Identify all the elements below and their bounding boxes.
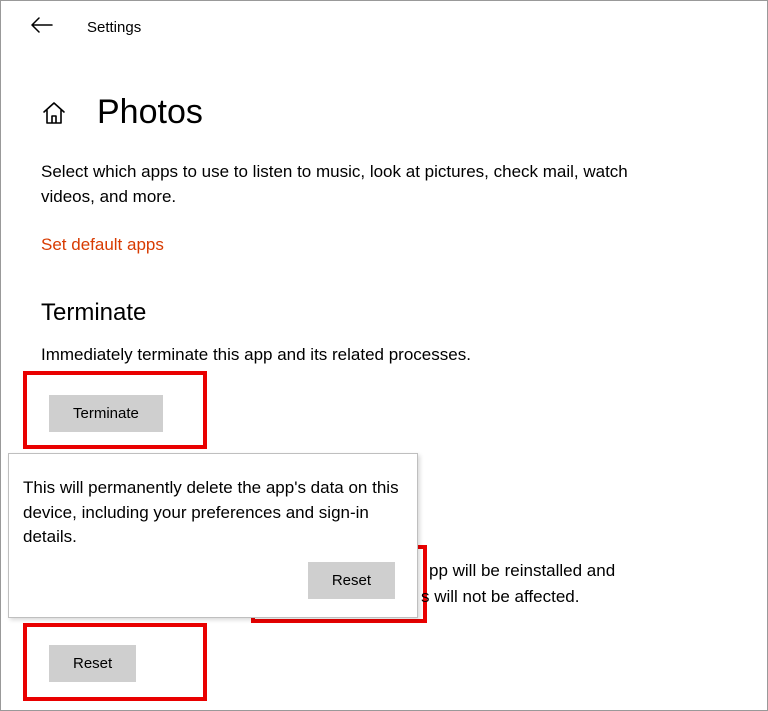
title-row: Photos: [41, 93, 727, 132]
content: Photos Select which apps to use to liste…: [1, 49, 767, 365]
reset-confirm-text: This will permanently delete the app's d…: [23, 476, 403, 550]
settings-window: Settings Photos Select which apps to use…: [0, 0, 768, 711]
reset-bg-text-line2: s will not be affected.: [421, 585, 579, 610]
terminate-description: Immediately terminate this app and its r…: [41, 345, 727, 365]
page-description: Select which apps to use to listen to mu…: [41, 160, 681, 209]
header: Settings: [1, 1, 767, 49]
set-default-apps-link[interactable]: Set default apps: [41, 235, 164, 255]
reset-button[interactable]: Reset: [49, 645, 136, 682]
reset-bg-text-line1: pp will be reinstalled and: [429, 559, 615, 584]
terminate-button[interactable]: Terminate: [49, 395, 163, 432]
home-icon: [41, 100, 67, 126]
back-arrow-icon[interactable]: [31, 17, 53, 37]
reset-confirm-button[interactable]: Reset: [308, 562, 395, 599]
header-title: Settings: [87, 19, 141, 36]
page-title: Photos: [97, 93, 203, 132]
reset-confirm-popup: This will permanently delete the app's d…: [8, 453, 418, 618]
terminate-heading: Terminate: [41, 299, 727, 327]
